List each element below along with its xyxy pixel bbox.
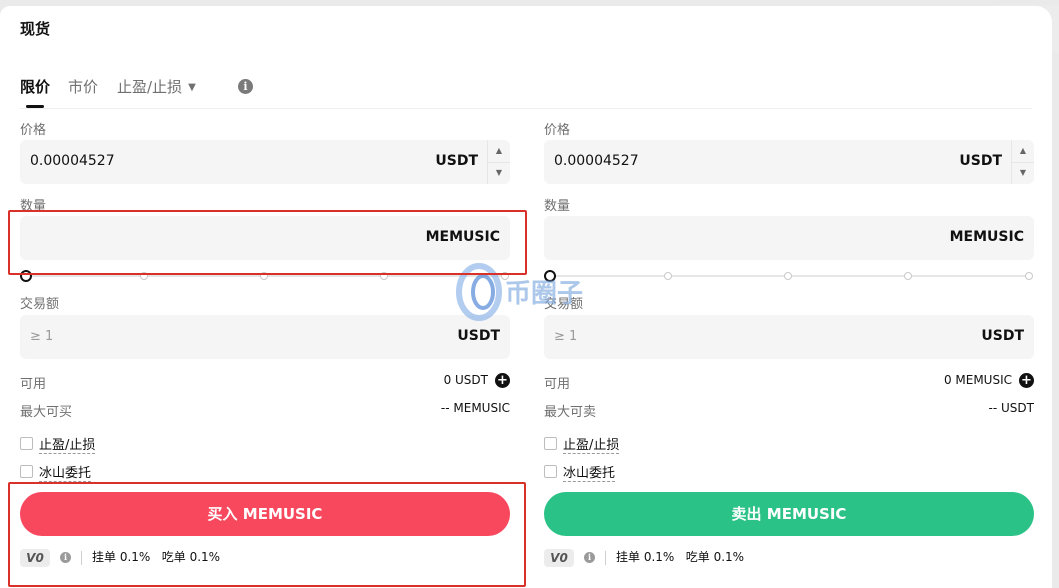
- watermark-text: 币圈子: [505, 279, 583, 309]
- buy-max-label: 最大可买: [20, 405, 73, 420]
- sell-qty-unit: MEMUSIC: [949, 229, 1024, 245]
- buy-iceberg-label: 冰山委托: [39, 466, 92, 482]
- buy-tpsl-label: 止盈/止损: [39, 438, 96, 454]
- caret-down-icon: ▼: [188, 82, 196, 93]
- buy-amount-input[interactable]: ≥ 1 USDT: [20, 315, 510, 359]
- sell-price-value: 0.00004527: [554, 153, 639, 169]
- info-icon[interactable]: i: [238, 79, 253, 94]
- buy-fee-row: V0 i 挂单 0.1% 吃单 0.1%: [20, 548, 220, 568]
- tab-limit[interactable]: 限价: [20, 76, 50, 97]
- order-type-tabs: 限价 市价 止盈/止损 ▼ i: [20, 76, 1032, 109]
- maker-fee: 挂单 0.1%: [92, 550, 151, 564]
- sell-qty-input[interactable]: MEMUSIC: [544, 216, 1034, 260]
- buy-available-row: 可用 0 USDT +: [20, 373, 510, 392]
- panel-title: 现货: [20, 20, 51, 38]
- sell-qty-label: 数量: [544, 199, 571, 214]
- buy-button[interactable]: 买入 MEMUSIC: [20, 492, 510, 536]
- buy-price-increment-icon[interactable]: ▲: [488, 140, 510, 163]
- tab-tpsl[interactable]: 止盈/止损 ▼: [117, 76, 196, 97]
- sell-price-label: 价格: [544, 123, 571, 138]
- info-icon[interactable]: i: [584, 552, 595, 563]
- buy-tpsl-checkbox[interactable]: 止盈/止损: [20, 434, 96, 454]
- plus-circle-icon[interactable]: +: [495, 373, 510, 388]
- sell-max-row: 最大可卖 -- USDT: [544, 401, 1034, 420]
- vip-level-badge: V0: [20, 548, 50, 567]
- buy-available-value: 0 USDT: [443, 373, 488, 387]
- sell-slider-step[interactable]: [1025, 272, 1033, 280]
- sell-fee-row: V0 i 挂单 0.1% 吃单 0.1%: [544, 548, 744, 568]
- sell-price-increment-icon[interactable]: ▲: [1012, 140, 1034, 163]
- divider: [605, 550, 606, 565]
- watermark-logo: 币圈子: [456, 263, 583, 321]
- buy-max-value: -- MEMUSIC: [440, 401, 510, 415]
- sell-iceberg-checkbox[interactable]: 冰山委托: [544, 462, 616, 482]
- sell-amount-input[interactable]: ≥ 1 USDT: [544, 315, 1034, 359]
- buy-price-unit: USDT: [435, 153, 478, 169]
- sell-amount-placeholder: ≥ 1: [554, 329, 578, 344]
- buy-slider-step[interactable]: [140, 272, 148, 280]
- active-tab-indicator: [26, 105, 44, 108]
- sell-tpsl-label: 止盈/止损: [563, 438, 620, 454]
- sell-max-label: 最大可卖: [544, 405, 597, 420]
- divider: [81, 550, 82, 565]
- buy-price-decrement-icon[interactable]: ▼: [488, 162, 510, 184]
- sell-price-decrement-icon[interactable]: ▼: [1012, 162, 1034, 184]
- sell-price-input[interactable]: 0.00004527 USDT ▲ ▼: [544, 140, 1034, 184]
- buy-percent-slider[interactable]: [20, 270, 510, 282]
- buy-slider-step[interactable]: [380, 272, 388, 280]
- buy-amount-unit: USDT: [457, 328, 500, 344]
- buy-slider-step[interactable]: [260, 272, 268, 280]
- buy-max-row: 最大可买 -- MEMUSIC: [20, 401, 510, 420]
- sell-max-value: -- USDT: [988, 401, 1034, 415]
- buy-amount-label: 交易额: [20, 297, 60, 312]
- buy-qty-unit: MEMUSIC: [425, 229, 500, 245]
- buy-price-label: 价格: [20, 123, 47, 138]
- sell-tpsl-checkbox[interactable]: 止盈/止损: [544, 434, 620, 454]
- sell-percent-slider[interactable]: [544, 270, 1034, 282]
- buy-price-input[interactable]: 0.00004527 USDT ▲ ▼: [20, 140, 510, 184]
- sell-price-unit: USDT: [959, 153, 1002, 169]
- sell-slider-step[interactable]: [904, 272, 912, 280]
- checkbox-icon: [544, 465, 557, 478]
- taker-fee: 吃单 0.1%: [161, 550, 221, 564]
- sell-slider-step[interactable]: [784, 272, 792, 280]
- buy-qty-label: 数量: [20, 199, 47, 214]
- buy-available-label: 可用: [20, 377, 47, 392]
- tab-tpsl-label: 止盈/止损: [117, 78, 183, 96]
- checkbox-icon: [20, 465, 33, 478]
- tab-market[interactable]: 市价: [68, 76, 98, 97]
- buy-qty-input[interactable]: MEMUSIC: [20, 216, 510, 260]
- buy-amount-placeholder: ≥ 1: [30, 329, 54, 344]
- plus-circle-icon[interactable]: +: [1019, 373, 1034, 388]
- sell-slider-step[interactable]: [664, 272, 672, 280]
- checkbox-icon: [20, 437, 33, 450]
- buy-slider-knob[interactable]: [20, 270, 32, 282]
- info-icon[interactable]: i: [60, 552, 71, 563]
- sell-iceberg-label: 冰山委托: [563, 466, 616, 482]
- sell-amount-unit: USDT: [981, 328, 1024, 344]
- buy-price-stepper: ▲ ▼: [487, 140, 510, 184]
- buy-iceberg-checkbox[interactable]: 冰山委托: [20, 462, 92, 482]
- taker-fee: 吃单 0.1%: [685, 550, 745, 564]
- sell-button[interactable]: 卖出 MEMUSIC: [544, 492, 1034, 536]
- vip-level-badge: V0: [544, 548, 574, 567]
- sell-available-value: 0 MEMUSIC: [943, 373, 1012, 387]
- maker-fee: 挂单 0.1%: [616, 550, 675, 564]
- sell-price-stepper: ▲ ▼: [1011, 140, 1034, 184]
- buy-price-value: 0.00004527: [30, 153, 115, 169]
- sell-available-row: 可用 0 MEMUSIC +: [544, 373, 1034, 392]
- sell-available-label: 可用: [544, 377, 571, 392]
- checkbox-icon: [544, 437, 557, 450]
